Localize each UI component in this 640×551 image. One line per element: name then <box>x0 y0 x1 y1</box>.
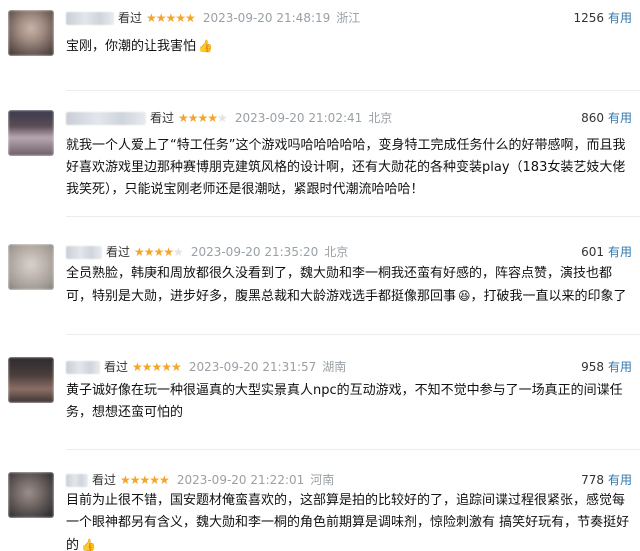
avatar-image <box>8 472 54 518</box>
username-blurred[interactable] <box>66 111 146 125</box>
watch-status: 看过 <box>150 111 175 125</box>
comment-meta: 看过 ★★★★★ 2023-09-20 21:02:41 北京 <box>66 108 392 128</box>
comment-meta: 看过 ★★★★★ 2023-09-20 21:48:19 浙江 <box>66 8 360 28</box>
rating-stars: ★★★★★ <box>120 473 170 487</box>
watch-status: 看过 <box>104 360 129 374</box>
comment-meta: 看过 ★★★★★ 2023-09-20 21:31:57 湖南 <box>66 357 346 377</box>
comment-location: 湖南 <box>322 360 347 374</box>
rating-stars: ★★★★★ <box>178 111 228 125</box>
rating-stars: ★★★★★ <box>134 245 184 259</box>
comment-time: 2023-09-20 21:22:01 <box>176 473 305 487</box>
comment-location: 河南 <box>310 473 335 487</box>
comment-text: 全员熟脸，韩庚和周放都很久没看到了，魏大勋和李一桐我还蛮有好感的，阵容点赞，演技… <box>66 263 632 308</box>
username-blurred[interactable] <box>66 11 114 25</box>
avatar[interactable] <box>8 472 54 518</box>
comment-meta: 看过 ★★★★★ 2023-09-20 21:22:01 河南 <box>66 470 334 490</box>
comment-item: 看过 ★★★★★ 2023-09-20 21:22:01 河南 778 有用 目前… <box>0 470 640 551</box>
vote-count: 1256 <box>573 11 604 25</box>
comment-item: 看过 ★★★★★ 2023-09-20 21:31:57 湖南 958 有用 黄子… <box>0 357 640 427</box>
watch-status: 看过 <box>118 11 143 25</box>
avatar-image <box>8 10 54 56</box>
avatar-image <box>8 357 54 403</box>
comment-text: 宝刚，你潮的让我害怕 👍 <box>66 35 632 58</box>
comment-location: 北京 <box>324 245 349 259</box>
rating-stars: ★★★★★ <box>146 11 196 25</box>
comment-text: 目前为止很不错，国安题材俺蛮喜欢的，这部算是拍的比较好的了，追踪间谍过程很紧张，… <box>66 490 632 551</box>
vote-area: 860 有用 <box>581 108 632 128</box>
rating-stars: ★★★★★ <box>132 360 182 374</box>
avatar[interactable] <box>8 357 54 403</box>
comment-meta: 看过 ★★★★★ 2023-09-20 21:35:20 北京 <box>66 242 348 262</box>
avatar[interactable] <box>8 110 54 156</box>
comment-time: 2023-09-20 21:31:57 <box>188 360 317 374</box>
comment-text: 黄子诚好像在玩一种很逼真的大型实景真人npc的互动游戏，不知不觉中参与了一场真正… <box>66 383 623 420</box>
useful-button[interactable]: 有用 <box>608 360 632 374</box>
vote-count: 601 <box>581 245 604 259</box>
username-blurred[interactable] <box>66 360 100 374</box>
avatar[interactable] <box>8 10 54 56</box>
useful-button[interactable]: 有用 <box>608 111 632 125</box>
divider <box>66 216 640 217</box>
laughing-emoji-icon: 😆 <box>458 289 471 303</box>
vote-area: 1256 有用 <box>573 8 632 28</box>
vote-count: 958 <box>581 360 604 374</box>
divider <box>66 449 640 450</box>
comment-location: 北京 <box>368 111 393 125</box>
divider <box>66 334 640 335</box>
thumbs-up-icon: 👍 <box>81 538 96 551</box>
username-blurred[interactable] <box>66 245 102 259</box>
avatar-image <box>8 110 54 156</box>
comment-time: 2023-09-20 21:02:41 <box>234 111 363 125</box>
comment-item: 看过 ★★★★★ 2023-09-20 21:02:41 北京 860 有用 就我… <box>0 108 640 198</box>
comment-location: 浙江 <box>336 11 361 25</box>
avatar[interactable] <box>8 244 54 290</box>
useful-button[interactable]: 有用 <box>608 11 632 25</box>
vote-area: 601 有用 <box>581 242 632 262</box>
username-blurred[interactable] <box>66 473 88 487</box>
comment-time: 2023-09-20 21:35:20 <box>190 245 319 259</box>
useful-button[interactable]: 有用 <box>608 473 632 487</box>
avatar-image <box>8 244 54 290</box>
vote-area: 958 有用 <box>581 357 632 377</box>
comment-list: 看过 ★★★★★ 2023-09-20 21:48:19 浙江 1256 有用 宝… <box>0 0 640 551</box>
vote-area: 778 有用 <box>581 470 632 490</box>
vote-count: 778 <box>581 473 604 487</box>
comment-time: 2023-09-20 21:48:19 <box>202 11 331 25</box>
useful-button[interactable]: 有用 <box>608 245 632 259</box>
watch-status: 看过 <box>106 245 131 259</box>
divider <box>66 90 640 91</box>
thumbs-up-icon: 👍 <box>198 39 213 53</box>
comment-item: 看过 ★★★★★ 2023-09-20 21:35:20 北京 601 有用 全员… <box>0 242 640 322</box>
vote-count: 860 <box>581 111 604 125</box>
comment-text: 就我一个人爱上了“特工任务”这个游戏吗哈哈哈哈哈，变身特工完成任务什么的好带感啊… <box>66 138 626 197</box>
watch-status: 看过 <box>92 473 117 487</box>
comment-item: 看过 ★★★★★ 2023-09-20 21:48:19 浙江 1256 有用 宝… <box>0 8 640 68</box>
